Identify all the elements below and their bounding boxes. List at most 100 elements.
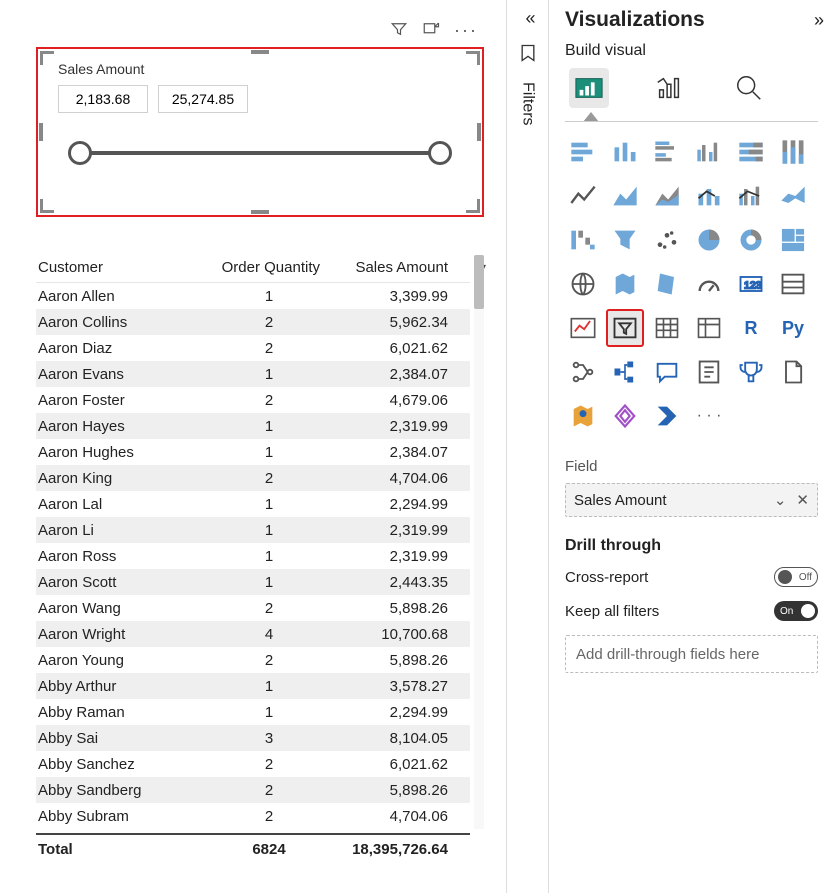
viz-power-automate-icon[interactable] — [649, 398, 685, 434]
viz-line-icon[interactable] — [565, 178, 601, 214]
resize-handle[interactable] — [40, 199, 54, 213]
table-row[interactable]: Abby Arthur13,578.27 — [36, 673, 470, 699]
col-header-customer[interactable]: Customer — [38, 259, 218, 276]
col-header-qty[interactable]: Order Quantity — [218, 259, 328, 276]
table-row[interactable]: Aaron Li12,319.99 — [36, 517, 470, 543]
viz-ribbon-icon[interactable] — [775, 178, 811, 214]
cell-amt: 5,962.34 — [328, 314, 456, 331]
table-row[interactable]: Abby Sanchez26,021.62 — [36, 751, 470, 777]
viz-smart-narrative-icon[interactable] — [691, 354, 727, 390]
more-options-icon[interactable]: ··· — [454, 20, 478, 41]
slider-handle-max[interactable] — [428, 141, 452, 165]
report-canvas[interactable]: ··· Sales Amount ▾ Customer Order Quanti… — [0, 0, 506, 893]
vertical-scrollbar[interactable] — [474, 255, 484, 829]
viz-decomposition-tree-icon[interactable] — [607, 354, 643, 390]
viz-donut-icon[interactable] — [733, 222, 769, 258]
filters-label[interactable]: Filters — [519, 82, 537, 126]
slider-handle-min[interactable] — [68, 141, 92, 165]
table-row[interactable]: Aaron Young25,898.26 — [36, 647, 470, 673]
resize-handle[interactable] — [39, 123, 43, 141]
viz-slicer-icon[interactable] — [607, 310, 643, 346]
table-row[interactable]: Abby Sai38,104.05 — [36, 725, 470, 751]
viz-line-stacked-column-icon[interactable] — [691, 178, 727, 214]
viz-kpi-icon[interactable] — [565, 310, 601, 346]
resize-handle[interactable] — [466, 199, 480, 213]
viz-table-icon[interactable] — [649, 310, 685, 346]
table-row[interactable]: Aaron Wang25,898.26 — [36, 595, 470, 621]
table-row[interactable]: Abby Sandberg25,898.26 — [36, 777, 470, 803]
viz-stacked-column-icon[interactable] — [607, 134, 643, 170]
filter-icon[interactable] — [390, 20, 408, 41]
table-row[interactable]: Aaron Scott12,443.35 — [36, 569, 470, 595]
viz-r-script-icon[interactable]: R — [733, 310, 769, 346]
viz-key-influencers-icon[interactable] — [565, 354, 601, 390]
viz-stacked-bar-icon[interactable] — [565, 134, 601, 170]
slicer-range[interactable] — [70, 141, 450, 165]
viz-funnel-icon[interactable] — [607, 222, 643, 258]
viz-matrix-icon[interactable] — [691, 310, 727, 346]
viz-paginated-report-icon[interactable] — [775, 354, 811, 390]
table-row[interactable]: Aaron Evans12,384.07 — [36, 361, 470, 387]
collapse-chevron-icon[interactable]: « — [525, 8, 529, 29]
viz-power-apps-icon[interactable] — [607, 398, 643, 434]
viz-goals-icon[interactable] — [733, 354, 769, 390]
viz-treemap-icon[interactable] — [775, 222, 811, 258]
tab-analytics[interactable] — [729, 68, 769, 108]
viz-100-stacked-bar-icon[interactable] — [733, 134, 769, 170]
tab-build-visual[interactable] — [569, 68, 609, 108]
table-row[interactable]: Aaron Foster24,679.06 — [36, 387, 470, 413]
resize-handle[interactable] — [466, 51, 480, 65]
resize-handle[interactable] — [477, 123, 481, 141]
viz-card-icon[interactable]: 123 — [733, 266, 769, 302]
resize-handle[interactable] — [40, 51, 54, 65]
viz-clustered-bar-icon[interactable] — [649, 134, 685, 170]
table-row[interactable]: Aaron Hayes12,319.99 — [36, 413, 470, 439]
viz-get-more-icon[interactable]: · · · — [691, 398, 727, 434]
table-row[interactable]: Aaron Wright410,700.68 — [36, 621, 470, 647]
viz-python-icon[interactable]: Py — [775, 310, 811, 346]
field-remove-icon[interactable]: ✕ — [796, 491, 809, 509]
viz-filled-map-icon[interactable] — [607, 266, 643, 302]
viz-gauge-icon[interactable] — [691, 266, 727, 302]
viz-area-icon[interactable] — [607, 178, 643, 214]
viz-shape-map-icon[interactable] — [649, 266, 685, 302]
table-row[interactable]: Abby Raman12,294.99 — [36, 699, 470, 725]
slicer-max-input[interactable] — [158, 85, 248, 113]
viz-qna-icon[interactable] — [649, 354, 685, 390]
table-row[interactable]: Aaron Ross12,319.99 — [36, 543, 470, 569]
slicer-min-input[interactable] — [58, 85, 148, 113]
col-header-amt[interactable]: Sales Amount — [328, 259, 456, 276]
viz-azure-map-icon[interactable] — [565, 398, 601, 434]
viz-100-stacked-column-icon[interactable] — [775, 134, 811, 170]
bookmark-icon[interactable] — [518, 43, 538, 66]
table-row[interactable]: Aaron Collins25,962.34 — [36, 309, 470, 335]
scrollbar-thumb[interactable] — [474, 255, 484, 309]
resize-handle[interactable] — [251, 210, 269, 214]
table-row[interactable]: Aaron Allen13,399.99 — [36, 283, 470, 309]
table-row[interactable]: Aaron King24,704.06 — [36, 465, 470, 491]
viz-waterfall-icon[interactable] — [565, 222, 601, 258]
table-row[interactable]: Aaron Hughes12,384.07 — [36, 439, 470, 465]
expand-chevron-icon[interactable]: » — [814, 10, 818, 31]
focus-mode-icon[interactable] — [422, 20, 440, 41]
resize-handle[interactable] — [251, 50, 269, 54]
cross-report-toggle[interactable]: Off — [774, 567, 818, 587]
table-row[interactable]: Aaron Diaz26,021.62 — [36, 335, 470, 361]
field-well[interactable]: Sales Amount ⌄ ✕ — [565, 483, 818, 517]
slicer-visual[interactable]: Sales Amount — [36, 47, 484, 217]
table-visual[interactable]: ▾ Customer Order Quantity Sales Amount A… — [36, 253, 484, 863]
viz-scatter-icon[interactable] — [649, 222, 685, 258]
filters-pane-collapsed[interactable]: « Filters — [506, 0, 548, 893]
viz-multi-row-card-icon[interactable] — [775, 266, 811, 302]
viz-line-clustered-column-icon[interactable] — [733, 178, 769, 214]
table-row[interactable]: Aaron Lal12,294.99 — [36, 491, 470, 517]
drill-through-dropzone[interactable]: Add drill-through fields here — [565, 635, 818, 673]
table-row[interactable]: Abby Subram24,704.06 — [36, 803, 470, 829]
viz-pie-icon[interactable] — [691, 222, 727, 258]
field-chevron-icon[interactable]: ⌄ — [774, 491, 787, 509]
tab-format-visual[interactable] — [649, 68, 689, 108]
viz-clustered-column-icon[interactable] — [691, 134, 727, 170]
viz-stacked-area-icon[interactable] — [649, 178, 685, 214]
viz-map-icon[interactable] — [565, 266, 601, 302]
keep-filters-toggle[interactable]: On — [774, 601, 818, 621]
